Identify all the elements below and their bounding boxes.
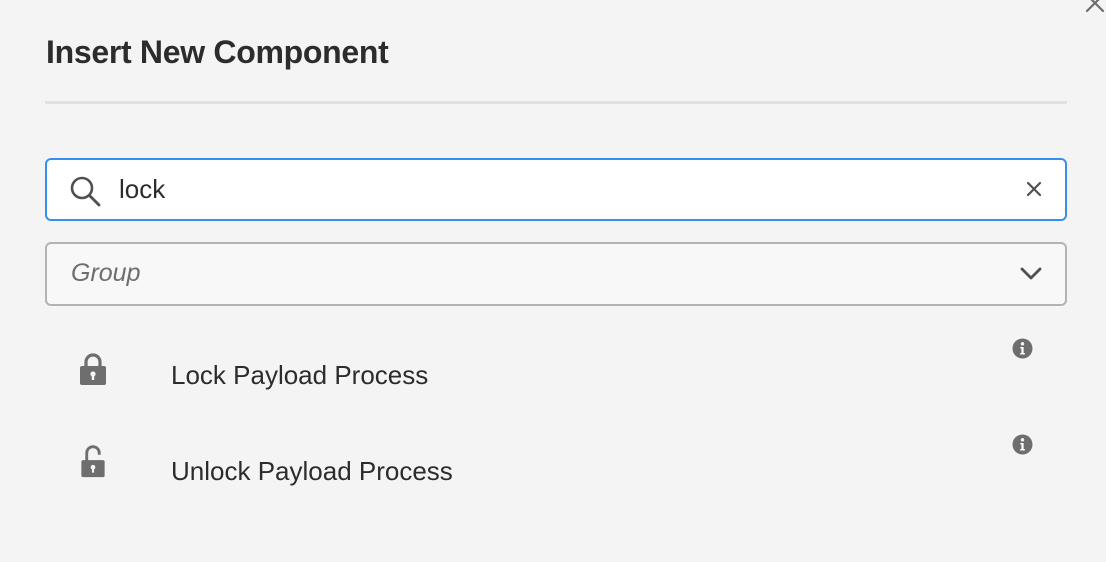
result-item-label: Unlock Payload Process [171, 456, 453, 486]
lock-icon [80, 353, 106, 385]
insert-component-dialog: Insert New Component Group Lock Payload … [0, 0, 1106, 562]
result-item-label: Lock Payload Process [171, 360, 429, 390]
title-divider [45, 101, 1067, 104]
dialog-title: Insert New Component [46, 34, 389, 70]
result-item-unlock-payload-process[interactable]: Unlock Payload Process [45, 426, 1065, 506]
group-select-placeholder: Group [71, 259, 141, 287]
result-item-lock-payload-process[interactable]: Lock Payload Process [45, 330, 1065, 410]
group-select[interactable]: Group [45, 242, 1067, 306]
info-icon[interactable] [1012, 338, 1033, 359]
chevron-down-icon [1020, 267, 1042, 280]
search-field[interactable] [45, 158, 1067, 221]
search-input[interactable] [119, 170, 999, 208]
close-icon[interactable] [1025, 180, 1043, 198]
info-icon[interactable] [1012, 434, 1033, 455]
close-dialog-icon[interactable] [1084, 0, 1106, 14]
search-icon [70, 176, 101, 207]
unlock-icon [81, 445, 105, 478]
